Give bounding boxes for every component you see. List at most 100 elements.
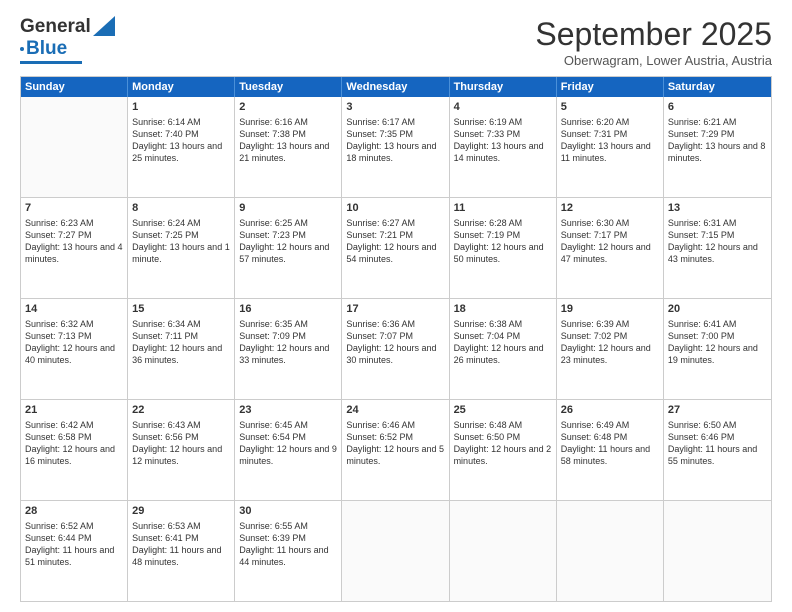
sun-info-line: Sunset: 7:38 PM xyxy=(239,128,337,140)
day-number-22: 22 xyxy=(132,403,230,418)
cell-4-2: 30Sunrise: 6:55 AMSunset: 6:39 PMDayligh… xyxy=(235,501,342,601)
cell-3-1: 22Sunrise: 6:43 AMSunset: 6:56 PMDayligh… xyxy=(128,400,235,500)
cell-1-5: 12Sunrise: 6:30 AMSunset: 7:17 PMDayligh… xyxy=(557,198,664,298)
sun-info-line: Daylight: 11 hours and 48 minutes. xyxy=(132,544,230,568)
sun-info-line: Sunset: 6:58 PM xyxy=(25,431,123,443)
day-number-24: 24 xyxy=(346,403,444,418)
header-sunday: Sunday xyxy=(21,77,128,97)
sun-info-line: Sunset: 7:25 PM xyxy=(132,229,230,241)
logo-general: General xyxy=(20,16,91,38)
page: General Blue September 2025 Oberwagram, … xyxy=(0,0,792,612)
calendar-body: 1Sunrise: 6:14 AMSunset: 7:40 PMDaylight… xyxy=(21,97,771,601)
day-number-5: 5 xyxy=(561,100,659,115)
sun-info-line: Sunset: 6:50 PM xyxy=(454,431,552,443)
week-row-0: 1Sunrise: 6:14 AMSunset: 7:40 PMDaylight… xyxy=(21,97,771,198)
day-number-27: 27 xyxy=(668,403,767,418)
sun-info-line: Sunset: 6:52 PM xyxy=(346,431,444,443)
sun-info-line: Sunset: 7:31 PM xyxy=(561,128,659,140)
header-friday: Friday xyxy=(557,77,664,97)
header-thursday: Thursday xyxy=(450,77,557,97)
month-title: September 2025 xyxy=(535,16,772,53)
sun-info-line: Sunset: 7:29 PM xyxy=(668,128,767,140)
sun-info-line: Sunrise: 6:30 AM xyxy=(561,217,659,229)
day-number-3: 3 xyxy=(346,100,444,115)
sun-info-line: Sunset: 7:02 PM xyxy=(561,330,659,342)
sun-info-line: Daylight: 12 hours and 12 minutes. xyxy=(132,443,230,467)
sun-info-line: Sunset: 7:35 PM xyxy=(346,128,444,140)
cell-2-0: 14Sunrise: 6:32 AMSunset: 7:13 PMDayligh… xyxy=(21,299,128,399)
cell-0-4: 4Sunrise: 6:19 AMSunset: 7:33 PMDaylight… xyxy=(450,97,557,197)
sun-info-line: Daylight: 11 hours and 58 minutes. xyxy=(561,443,659,467)
sun-info-line: Daylight: 12 hours and 33 minutes. xyxy=(239,342,337,366)
cell-4-1: 29Sunrise: 6:53 AMSunset: 6:41 PMDayligh… xyxy=(128,501,235,601)
sun-info-line: Sunset: 7:15 PM xyxy=(668,229,767,241)
calendar-header: Sunday Monday Tuesday Wednesday Thursday… xyxy=(21,77,771,97)
day-number-7: 7 xyxy=(25,201,123,216)
sun-info-line: Daylight: 12 hours and 40 minutes. xyxy=(25,342,123,366)
sun-info-line: Sunset: 7:23 PM xyxy=(239,229,337,241)
day-number-2: 2 xyxy=(239,100,337,115)
title-block: September 2025 Oberwagram, Lower Austria… xyxy=(535,16,772,68)
week-row-4: 28Sunrise: 6:52 AMSunset: 6:44 PMDayligh… xyxy=(21,501,771,601)
sun-info-line: Sunrise: 6:55 AM xyxy=(239,520,337,532)
day-number-18: 18 xyxy=(454,302,552,317)
header-wednesday: Wednesday xyxy=(342,77,449,97)
sun-info-line: Sunrise: 6:28 AM xyxy=(454,217,552,229)
header-saturday: Saturday xyxy=(664,77,771,97)
cell-0-1: 1Sunrise: 6:14 AMSunset: 7:40 PMDaylight… xyxy=(128,97,235,197)
sun-info-line: Sunset: 6:56 PM xyxy=(132,431,230,443)
sun-info-line: Sunset: 7:09 PM xyxy=(239,330,337,342)
day-number-30: 30 xyxy=(239,504,337,519)
sun-info-line: Daylight: 11 hours and 44 minutes. xyxy=(239,544,337,568)
day-number-1: 1 xyxy=(132,100,230,115)
day-number-17: 17 xyxy=(346,302,444,317)
day-number-6: 6 xyxy=(668,100,767,115)
sun-info-line: Daylight: 13 hours and 1 minute. xyxy=(132,241,230,265)
day-number-10: 10 xyxy=(346,201,444,216)
cell-4-5 xyxy=(557,501,664,601)
sun-info-line: Sunset: 7:33 PM xyxy=(454,128,552,140)
logo-triangle-icon xyxy=(93,16,115,36)
sun-info-line: Sunset: 6:41 PM xyxy=(132,532,230,544)
calendar: Sunday Monday Tuesday Wednesday Thursday… xyxy=(20,76,772,602)
sun-info-line: Sunrise: 6:45 AM xyxy=(239,419,337,431)
cell-4-0: 28Sunrise: 6:52 AMSunset: 6:44 PMDayligh… xyxy=(21,501,128,601)
sun-info-line: Sunrise: 6:32 AM xyxy=(25,318,123,330)
sun-info-line: Sunrise: 6:53 AM xyxy=(132,520,230,532)
sun-info-line: Daylight: 12 hours and 2 minutes. xyxy=(454,443,552,467)
sun-info-line: Daylight: 12 hours and 47 minutes. xyxy=(561,241,659,265)
header: General Blue September 2025 Oberwagram, … xyxy=(20,16,772,68)
logo-blue: Blue xyxy=(26,38,67,60)
cell-2-2: 16Sunrise: 6:35 AMSunset: 7:09 PMDayligh… xyxy=(235,299,342,399)
cell-4-3 xyxy=(342,501,449,601)
cell-0-2: 2Sunrise: 6:16 AMSunset: 7:38 PMDaylight… xyxy=(235,97,342,197)
week-row-3: 21Sunrise: 6:42 AMSunset: 6:58 PMDayligh… xyxy=(21,400,771,501)
sun-info-line: Daylight: 12 hours and 19 minutes. xyxy=(668,342,767,366)
day-number-21: 21 xyxy=(25,403,123,418)
sun-info-line: Sunrise: 6:49 AM xyxy=(561,419,659,431)
day-number-12: 12 xyxy=(561,201,659,216)
cell-2-3: 17Sunrise: 6:36 AMSunset: 7:07 PMDayligh… xyxy=(342,299,449,399)
day-number-23: 23 xyxy=(239,403,337,418)
day-number-9: 9 xyxy=(239,201,337,216)
sun-info-line: Sunset: 6:46 PM xyxy=(668,431,767,443)
day-number-11: 11 xyxy=(454,201,552,216)
cell-0-6: 6Sunrise: 6:21 AMSunset: 7:29 PMDaylight… xyxy=(664,97,771,197)
sun-info-line: Sunrise: 6:21 AM xyxy=(668,116,767,128)
sun-info-line: Sunrise: 6:24 AM xyxy=(132,217,230,229)
day-number-16: 16 xyxy=(239,302,337,317)
cell-1-0: 7Sunrise: 6:23 AMSunset: 7:27 PMDaylight… xyxy=(21,198,128,298)
sun-info-line: Daylight: 11 hours and 51 minutes. xyxy=(25,544,123,568)
sun-info-line: Sunrise: 6:35 AM xyxy=(239,318,337,330)
sun-info-line: Daylight: 12 hours and 57 minutes. xyxy=(239,241,337,265)
sun-info-line: Sunset: 6:44 PM xyxy=(25,532,123,544)
sun-info-line: Sunrise: 6:25 AM xyxy=(239,217,337,229)
cell-2-4: 18Sunrise: 6:38 AMSunset: 7:04 PMDayligh… xyxy=(450,299,557,399)
sun-info-line: Sunrise: 6:48 AM xyxy=(454,419,552,431)
sun-info-line: Sunrise: 6:52 AM xyxy=(25,520,123,532)
day-number-26: 26 xyxy=(561,403,659,418)
sun-info-line: Sunrise: 6:23 AM xyxy=(25,217,123,229)
sun-info-line: Daylight: 12 hours and 43 minutes. xyxy=(668,241,767,265)
cell-2-5: 19Sunrise: 6:39 AMSunset: 7:02 PMDayligh… xyxy=(557,299,664,399)
cell-0-3: 3Sunrise: 6:17 AMSunset: 7:35 PMDaylight… xyxy=(342,97,449,197)
